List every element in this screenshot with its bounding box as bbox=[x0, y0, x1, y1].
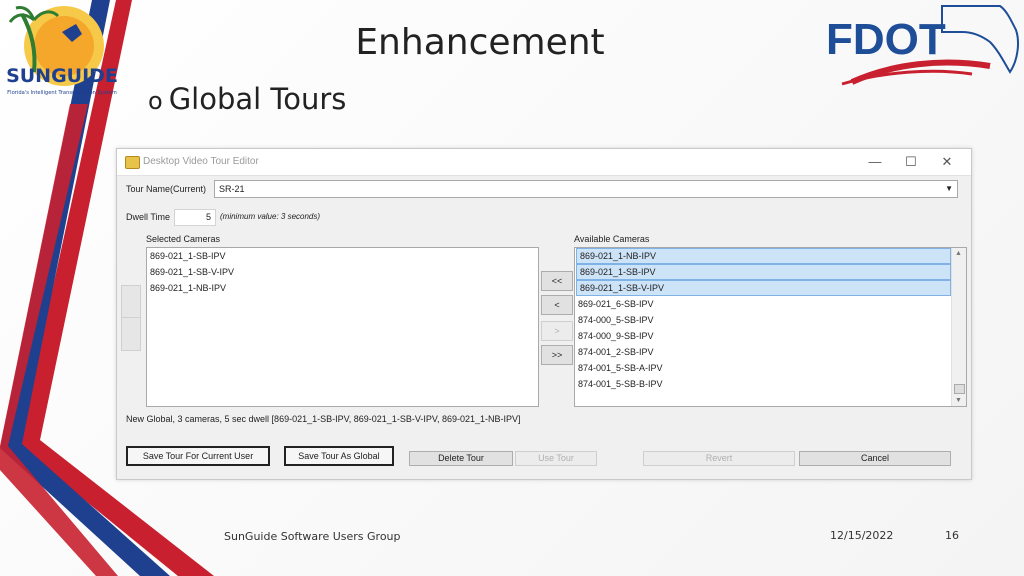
scroll-up-icon[interactable]: ▲ bbox=[955, 250, 962, 257]
svg-text:Florida's Intelligent Transpor: Florida's Intelligent Transportation Sys… bbox=[7, 90, 117, 96]
available-cameras-list[interactable]: 869-021_1-NB-IPV 869-021_1-SB-IPV 869-021_… bbox=[574, 247, 967, 407]
available-camera-item[interactable]: 874-000_9-SB-IPV bbox=[575, 328, 951, 344]
slide-date: 12/15/2022 bbox=[830, 529, 894, 542]
delete-tour-button[interactable]: Delete Tour bbox=[409, 451, 513, 466]
footer-text: SunGuide Software Users Group bbox=[224, 530, 401, 543]
available-camera-item[interactable]: 869-021_1-NB-IPV bbox=[576, 248, 951, 264]
move-up-button[interactable] bbox=[121, 285, 141, 319]
available-camera-item[interactable]: 874-000_5-SB-IPV bbox=[575, 312, 951, 328]
selected-camera-item[interactable]: 869-021_1-SB-V-IPV bbox=[147, 264, 538, 280]
use-tour-button[interactable]: Use Tour bbox=[515, 451, 597, 466]
scroll-thumb[interactable] bbox=[954, 384, 965, 394]
bullet-item: o Global Tours bbox=[148, 82, 346, 116]
cancel-button[interactable]: Cancel bbox=[799, 451, 951, 466]
dropdown-arrow-icon[interactable]: ▼ bbox=[945, 181, 953, 197]
app-icon bbox=[125, 156, 140, 169]
dwell-time-input[interactable]: 5 bbox=[174, 209, 216, 226]
tour-name-label: Tour Name(Current) bbox=[126, 184, 207, 194]
svg-text:FDOT: FDOT bbox=[826, 15, 946, 64]
selected-cameras-label: Selected Cameras bbox=[146, 234, 221, 244]
available-camera-item[interactable]: 874-001_5-SB-B-IPV bbox=[575, 376, 951, 392]
revert-button[interactable]: Revert bbox=[643, 451, 795, 466]
fdot-logo: FDOT bbox=[826, 5, 1019, 86]
move-down-button[interactable] bbox=[121, 317, 141, 351]
available-camera-item[interactable]: 874-001_5-SB-A-IPV bbox=[575, 360, 951, 376]
close-button[interactable]: ✕ bbox=[933, 153, 961, 171]
available-camera-item[interactable]: 869-021_6-SB-IPV bbox=[575, 296, 951, 312]
tour-editor-window: Desktop Video Tour Editor — ☐ ✕ Tour Nam… bbox=[116, 148, 972, 480]
selected-cameras-list[interactable]: 869-021_1-SB-IPV 869-021_1-SB-V-IPV 869-02… bbox=[146, 247, 539, 407]
bullet-text: Global Tours bbox=[168, 82, 347, 116]
window-titlebar[interactable]: Desktop Video Tour Editor — ☐ ✕ bbox=[117, 149, 971, 176]
sunguide-logo: SUNGUIDE Florida's Intelligent Transport… bbox=[6, 6, 118, 96]
window-title: Desktop Video Tour Editor bbox=[143, 156, 259, 167]
move-left-button[interactable]: < bbox=[541, 295, 573, 315]
available-camera-item[interactable]: 869-021_1-SB-V-IPV bbox=[576, 280, 951, 296]
available-cameras-label: Available Cameras bbox=[574, 234, 650, 244]
minimize-button[interactable]: — bbox=[861, 153, 889, 171]
tour-name-value: SR-21 bbox=[219, 184, 245, 194]
available-camera-item[interactable]: 869-021_1-SB-IPV bbox=[576, 264, 951, 280]
selected-camera-item[interactable]: 869-021_1-SB-IPV bbox=[147, 248, 538, 264]
save-tour-user-button[interactable]: Save Tour For Current User bbox=[126, 446, 270, 466]
move-all-left-button[interactable]: << bbox=[541, 271, 573, 291]
available-cameras-items: 869-021_1-NB-IPV 869-021_1-SB-IPV 869-021_… bbox=[575, 248, 966, 392]
page-number: 16 bbox=[945, 529, 959, 542]
save-tour-global-button[interactable]: Save Tour As Global bbox=[284, 446, 394, 466]
selected-camera-item[interactable]: 869-021_1-NB-IPV bbox=[147, 280, 538, 296]
move-all-right-button[interactable]: >> bbox=[541, 345, 573, 365]
maximize-button[interactable]: ☐ bbox=[897, 153, 925, 171]
status-text: New Global, 3 cameras, 5 sec dwell [869-… bbox=[126, 414, 521, 424]
bullet-marker: o bbox=[148, 87, 163, 115]
dwell-time-label: Dwell Time bbox=[126, 212, 171, 222]
available-camera-item[interactable]: 874-001_2-SB-IPV bbox=[575, 344, 951, 360]
tour-name-combobox[interactable]: SR-21 ▼ bbox=[214, 180, 958, 198]
dwell-time-note: (minimum value: 3 seconds) bbox=[220, 212, 321, 221]
slide-title: Enhancement bbox=[355, 22, 605, 63]
move-right-button[interactable]: > bbox=[541, 321, 573, 341]
svg-text:SUNGUIDE: SUNGUIDE bbox=[6, 65, 118, 87]
slide-background: SUNGUIDE Florida's Intelligent Transport… bbox=[0, 0, 1024, 576]
scroll-down-icon[interactable]: ▼ bbox=[955, 397, 962, 404]
list-scrollbar[interactable]: ▲ ▼ bbox=[951, 248, 966, 406]
